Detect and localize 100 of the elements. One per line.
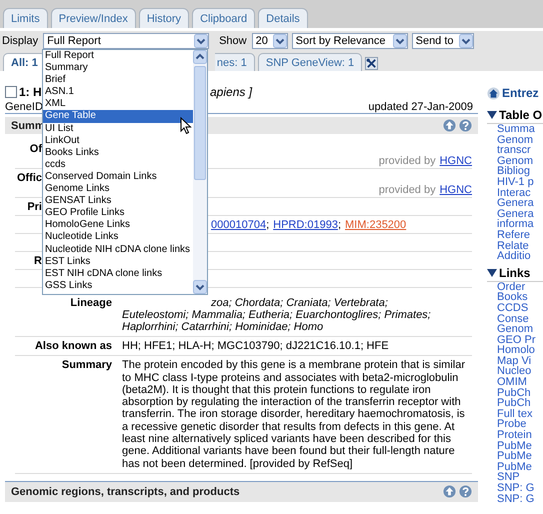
nav-tab[interactable]: Limits [3,8,48,28]
database-link[interactable]: HPRD:01993 [273,219,338,231]
sort-select[interactable]: Sort by Relevance [292,33,408,49]
dropdown-option[interactable]: ASN.1 [43,86,193,98]
send-to-select[interactable]: Send to [412,33,474,49]
sidebar-link[interactable]: Probe [487,419,543,430]
sidebar-link[interactable]: Map Vi [487,356,543,366]
sidebar-link[interactable]: Genera [487,208,543,220]
sidebar-link[interactable]: transcr [487,145,543,156]
sidebar-link[interactable]: GEO Pr [487,334,543,346]
sidebar-link[interactable]: SNP [487,472,543,483]
sidebar-link[interactable]: Relate [487,240,543,252]
sidebar-link[interactable]: Homolo [487,345,543,356]
display-label: Display [2,35,38,47]
mouse-pointer-icon [180,117,192,135]
dropdown-option[interactable]: Nucleotide NIH cDNA clone links [43,244,193,256]
help-icon[interactable] [459,119,472,132]
sidebar-link[interactable]: PubCh [487,388,543,398]
dropdown-option[interactable]: GSS Links [43,280,193,292]
dropdown-option[interactable]: GEO Profile Links [43,207,193,220]
field-label: Summary [60,359,112,374]
up-arrow-icon[interactable] [443,485,456,498]
nav-tab[interactable]: Preview/Index [50,8,136,28]
sidebar-link[interactable]: SNP: G [487,494,543,504]
sidebar-link[interactable]: HIV-1 p [487,176,543,188]
show-label: Show [219,35,247,47]
updated-date: updated 27-Jan-2009 [368,101,473,113]
dropdown-option[interactable]: ccds [43,158,193,171]
sidebar-link[interactable]: Interac [487,188,543,198]
dropdown-option[interactable]: UI List [43,122,193,135]
dropdown-option[interactable]: Brief [43,74,193,86]
nav-tab[interactable]: History [138,8,190,28]
sidebar-link[interactable]: Books [487,292,543,303]
sidebar-link[interactable]: Full tex [487,408,543,420]
scroll-thumb[interactable] [194,66,206,180]
dropdown-option[interactable]: EST Links [43,256,193,268]
source-link[interactable]: HGNC [440,155,472,167]
sidebar-link[interactable]: Protein [487,430,543,441]
dropdown-option[interactable]: HomoloGene Links [43,219,193,232]
scroll-up-icon[interactable] [193,50,207,64]
dropdown-option[interactable]: Gene Table [43,110,193,123]
section-title: Genomic regions, transcripts, and products [11,486,240,498]
dropdown-option[interactable]: Full Report [43,50,193,62]
sidebar-link[interactable]: informa [487,219,543,230]
sidebar-link[interactable]: Genom [487,134,543,146]
display-select[interactable]: Full Report [43,33,210,49]
dropdown-option[interactable]: Genome Links [43,183,193,196]
scrollbar[interactable] [193,50,207,294]
checkbox[interactable] [5,86,17,98]
expanded-triangle-icon[interactable] [487,268,497,278]
expanded-triangle-icon[interactable] [487,110,497,120]
sidebar-link[interactable]: Refere [487,230,543,241]
dropdown-option[interactable]: Conserved Domain Links [43,170,193,184]
sidebar-heading: Table O [499,108,542,122]
sidebar-link[interactable]: Summa [487,124,543,135]
entrez-link[interactable]: Entrez [502,86,539,100]
help-icon[interactable] [459,485,472,498]
sidebar-link[interactable]: Additio [487,251,543,262]
sidebar-heading: Links [499,266,530,280]
result-tab[interactable]: nes: 1 [214,53,255,71]
dropdown-option[interactable]: Nucleotide Links [43,231,193,244]
dropdown-option[interactable]: XML [43,98,193,110]
sidebar-link[interactable]: Order [487,282,543,292]
dropdown-option[interactable]: Summary [43,62,193,74]
dropdown-option[interactable]: GENSAT Links [43,195,193,208]
dropdown-option[interactable]: Books Links [43,146,193,159]
separator-text: ; [266,219,270,231]
sidebar-link[interactable]: Nucleo [487,366,543,378]
nav-tab[interactable]: Details [258,8,308,28]
result-tab[interactable]: SNP GeneView: 1 [258,53,362,71]
field-label: Pri [26,201,42,214]
scroll-down-icon[interactable] [193,280,207,294]
sidebar-link[interactable]: SNP: G [487,483,543,494]
field-value: The protein encoded by this gene is a membrane protein that is similar to MHC class I-type proteins and associates with beta2-microglobulin (beta2M). It is thought that this protein functions to regulate iron absorption by regulating the interaction of the transferrin receptor with transferrin. The iron storage disorder, hereditary haemochromatosis, is a recessive genetic disorder that results from defects in this gene. At least nine alternatively spliced variants have been described for this gene. Additional variants have been found but their full-length nature has not been determined. [provided by RefSeq] [122,359,466,470]
sidebar-link[interactable]: Genom [487,324,543,335]
sidebar-link[interactable]: PubMe [487,440,543,452]
sidebar-link[interactable]: CCDS [487,302,543,314]
home-icon[interactable] [487,86,500,100]
sidebar-link[interactable]: Conse [487,314,543,324]
database-link[interactable]: 000010704 [211,219,266,231]
sidebar-link[interactable]: Genom [487,156,543,166]
dropdown-option[interactable]: LinkOut [43,134,193,147]
source-link[interactable]: HGNC [440,184,472,196]
database-link[interactable]: MIM:235200 [345,219,406,231]
sidebar-link[interactable]: Genera [487,198,543,209]
record-title: 1: H [19,85,42,99]
show-select[interactable]: 20 [252,33,288,49]
sidebar-link[interactable]: Bibliog [487,166,543,177]
lineage-text: Haplorrhini; Catarrhini; Hominidae; Homo [122,321,324,333]
sidebar-link[interactable]: PubMe [487,451,543,462]
provided-by-text: provided by [378,155,436,167]
sidebar-link[interactable]: OMIM [487,377,543,388]
up-arrow-icon[interactable] [443,119,456,132]
sidebar-link[interactable]: PubCh [487,398,543,409]
dropdown-option[interactable]: EST NIH cDNA clone links [43,268,193,280]
provided-by-text: provided by [378,184,436,196]
field-label: Also known as [34,340,112,352]
field-label: Lineage [69,297,112,311]
nav-tab[interactable]: Clipboard [192,8,256,28]
sidebar-link[interactable]: PubMe [487,462,543,472]
